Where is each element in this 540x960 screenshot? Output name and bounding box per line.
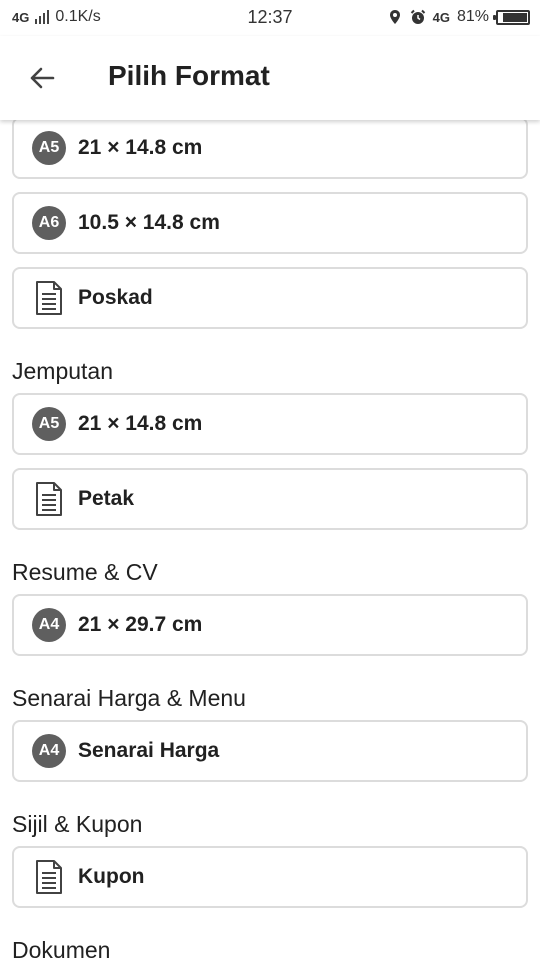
arrow-left-icon bbox=[30, 67, 55, 89]
document-icon bbox=[36, 860, 62, 894]
card-label: 21 × 29.7 cm bbox=[78, 613, 203, 636]
size-badge: A4 bbox=[32, 608, 66, 642]
status-bar: 4G 0.1K/s 12:37 4G 81% bbox=[0, 0, 540, 36]
battery-percent: 81% bbox=[456, 8, 489, 25]
size-badge: A4 bbox=[32, 734, 66, 768]
card-label: Senarai Harga bbox=[78, 739, 220, 762]
card-label: Poskad bbox=[78, 286, 153, 309]
section-title-jemputan: Jemputan bbox=[12, 358, 114, 384]
format-card-senarai-harga[interactable]: A4 Senarai Harga bbox=[12, 720, 528, 782]
format-card-a5[interactable]: A5 21 × 14.8 cm bbox=[12, 120, 528, 179]
size-badge: A5 bbox=[32, 131, 66, 165]
card-label: 10.5 × 14.8 cm bbox=[78, 211, 220, 234]
section-title-resume: Resume & CV bbox=[12, 559, 158, 585]
page-title: Pilih Format bbox=[108, 60, 270, 91]
location-icon bbox=[389, 10, 400, 24]
format-card-a5-jemputan[interactable]: A5 21 × 14.8 cm bbox=[12, 393, 528, 455]
card-label: Petak bbox=[78, 487, 135, 510]
size-badge: A5 bbox=[32, 407, 66, 441]
document-icon bbox=[36, 482, 62, 516]
alarm-icon bbox=[410, 9, 425, 24]
document-icon bbox=[36, 281, 62, 315]
size-badge: A6 bbox=[32, 206, 66, 240]
data-type: 4G bbox=[432, 9, 450, 25]
format-card-petak[interactable]: Petak bbox=[12, 468, 528, 530]
format-card-a4-resume[interactable]: A4 21 × 29.7 cm bbox=[12, 594, 528, 656]
card-label: 21 × 14.8 cm bbox=[78, 136, 203, 159]
section-title-senarai-harga: Senarai Harga & Menu bbox=[12, 685, 246, 711]
card-label: 21 × 14.8 cm bbox=[78, 412, 203, 435]
format-card-kupon[interactable]: Kupon bbox=[12, 846, 528, 908]
app-bar: Pilih Format bbox=[0, 36, 540, 120]
status-right: 4G 81% bbox=[387, 8, 530, 26]
section-title-dokumen: Dokumen bbox=[12, 937, 111, 960]
format-list[interactable]: A5 21 × 14.8 cm A6 10.5 × 14.8 cm Poskad… bbox=[0, 120, 540, 960]
battery-icon bbox=[493, 9, 530, 25]
card-label: Kupon bbox=[78, 865, 145, 888]
format-card-poskad[interactable]: Poskad bbox=[12, 267, 528, 329]
back-button[interactable] bbox=[22, 58, 62, 98]
format-card-a6[interactable]: A6 10.5 × 14.8 cm bbox=[12, 192, 528, 254]
section-title-sijil: Sijil & Kupon bbox=[12, 811, 143, 837]
